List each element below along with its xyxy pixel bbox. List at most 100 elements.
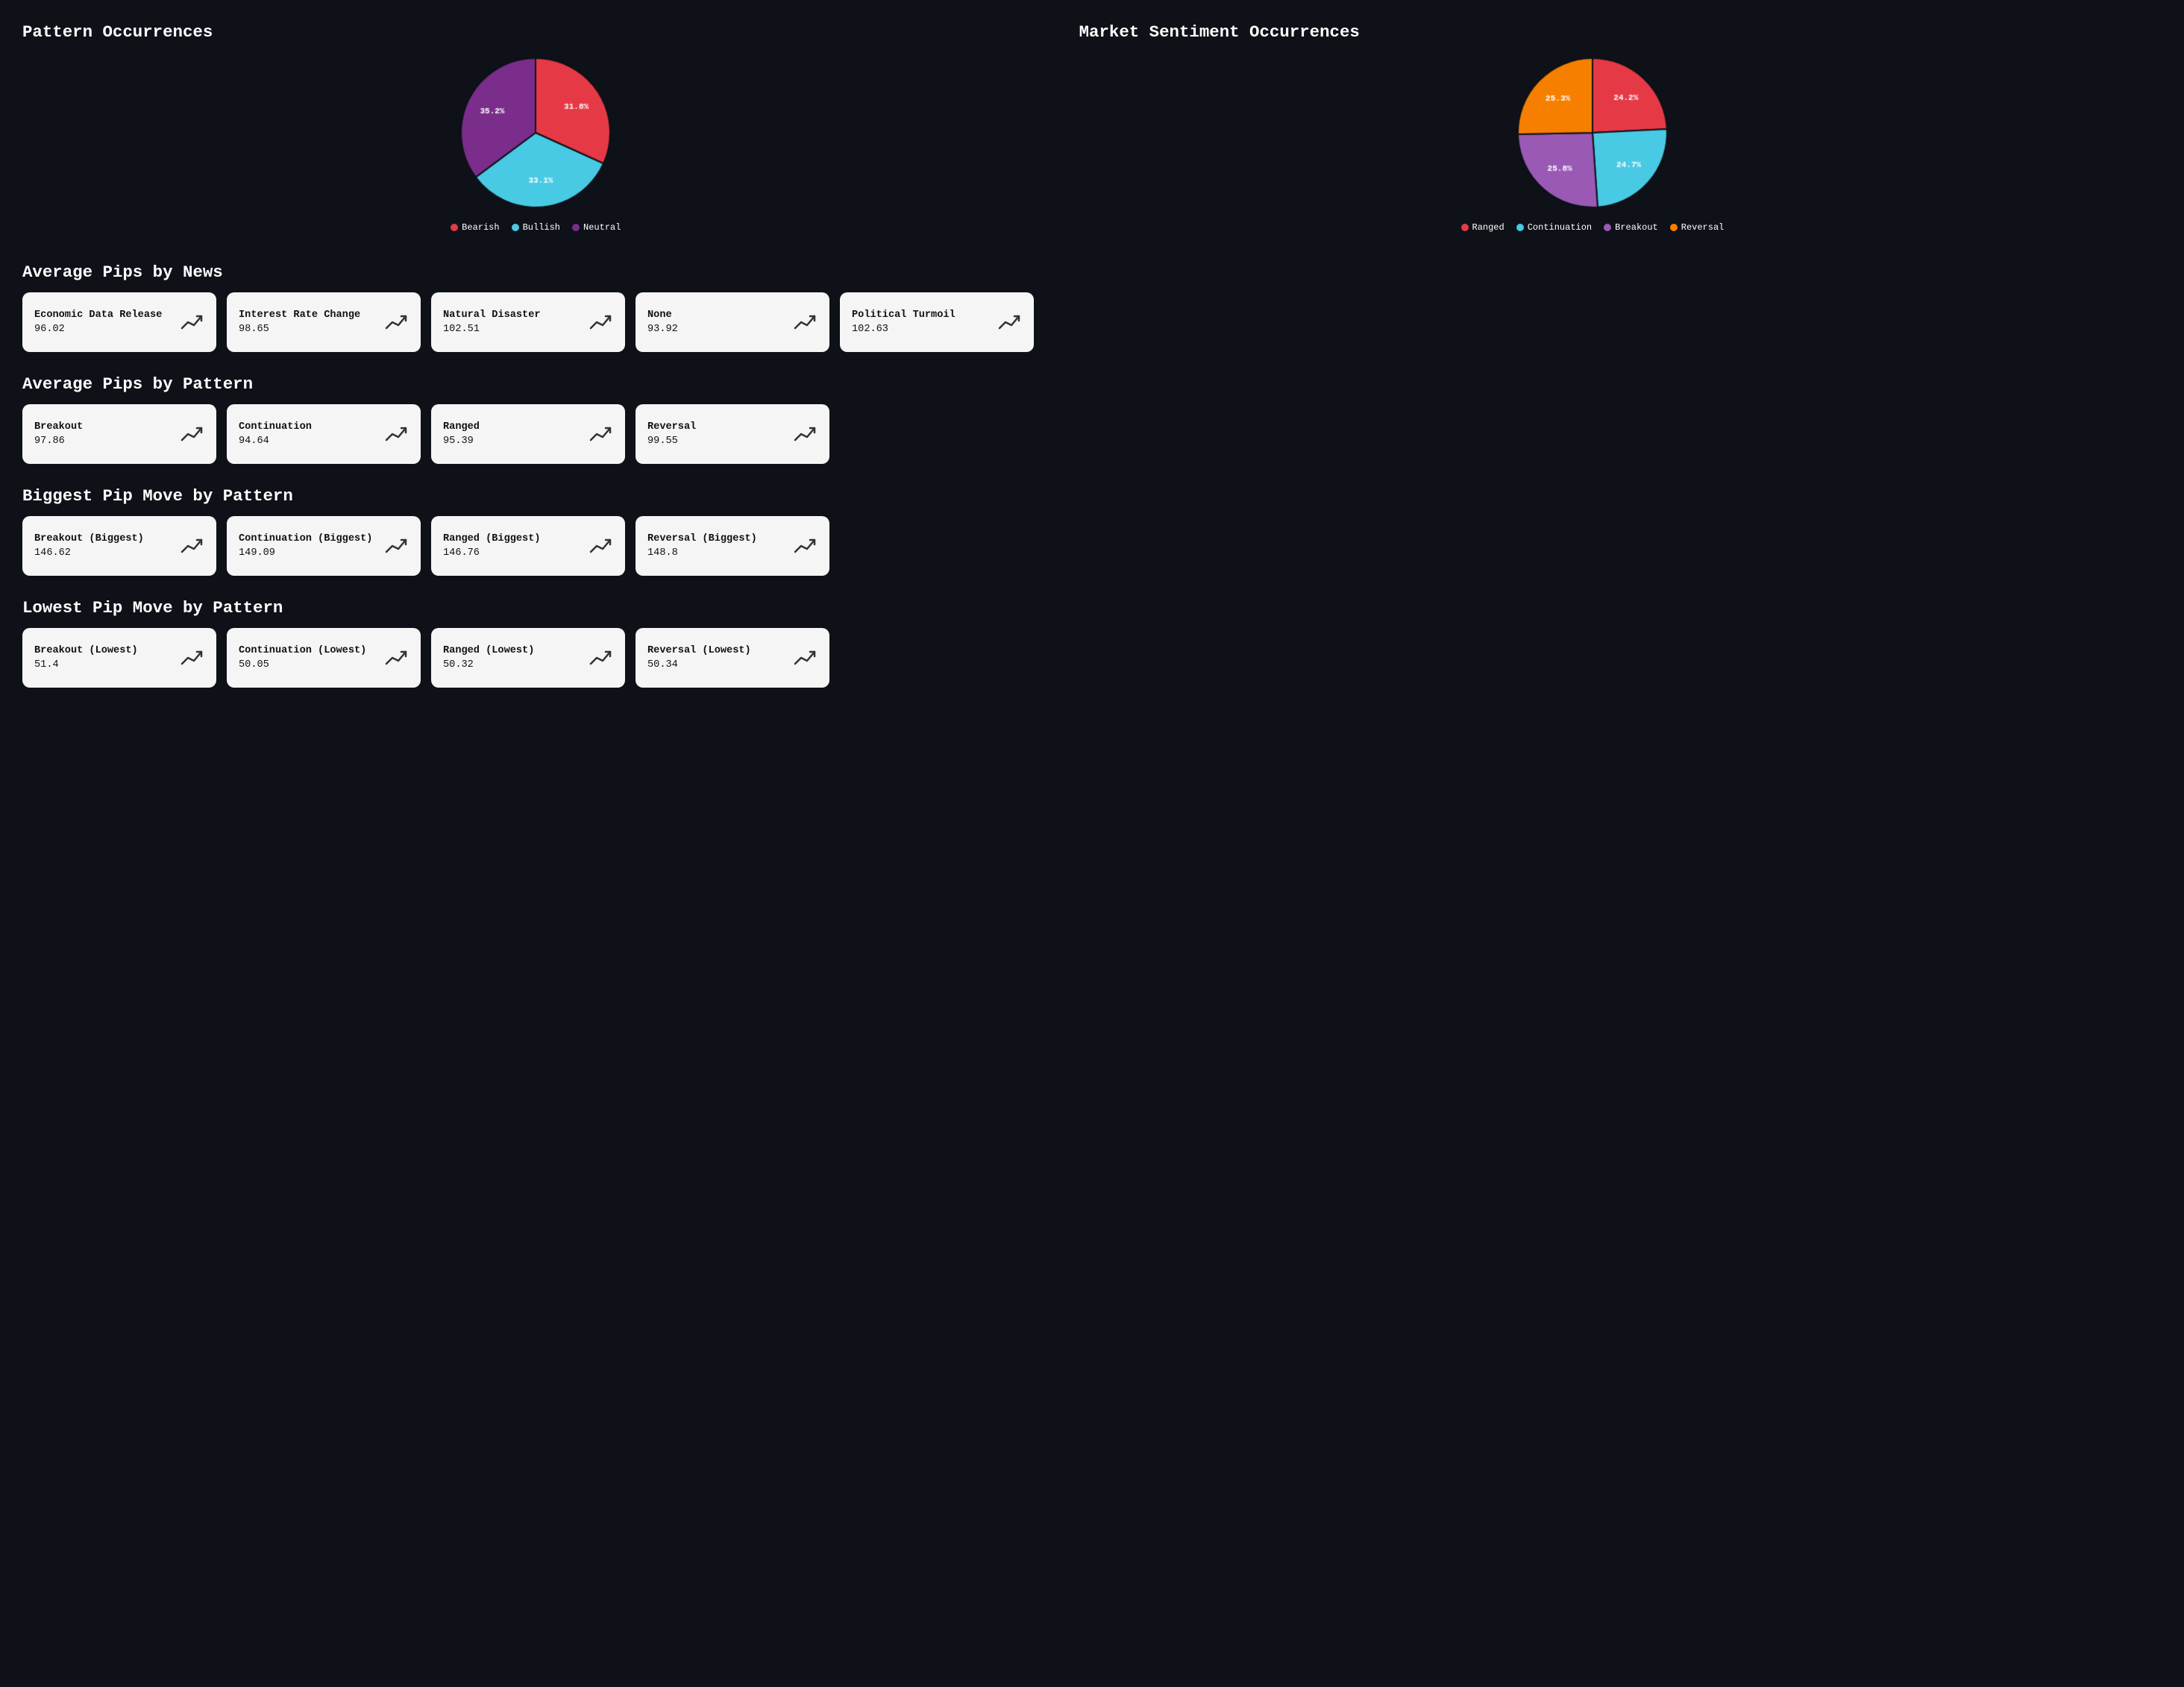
pattern-chart-title: Pattern Occurrences xyxy=(22,22,1049,42)
sentiment-pie-chart xyxy=(1510,51,1675,215)
card-text: Continuation (Lowest) 50.05 xyxy=(239,645,366,670)
stat-card[interactable]: Natural Disaster 102.51 xyxy=(431,292,625,352)
card-value: 102.51 xyxy=(443,324,541,335)
pattern-chart-container: Pattern Occurrences Bearish Bullish Neutra… xyxy=(22,22,1049,233)
card-label: Continuation (Lowest) xyxy=(239,645,366,656)
legend-label: Bullish xyxy=(523,222,560,233)
avg-pips-news-section: Average Pips by News Economic Data Relea… xyxy=(22,263,2162,352)
stat-card[interactable]: Breakout (Biggest) 146.62 xyxy=(22,516,216,576)
biggest-pip-title: Biggest Pip Move by Pattern xyxy=(22,486,2162,506)
card-label: Ranged xyxy=(443,421,480,433)
trend-icon xyxy=(181,534,204,558)
stat-card[interactable]: Reversal (Lowest) 50.34 xyxy=(636,628,829,688)
stat-card[interactable]: Reversal 99.55 xyxy=(636,404,829,464)
trend-icon xyxy=(589,534,613,558)
trend-icon xyxy=(794,310,818,334)
card-label: Continuation xyxy=(239,421,312,433)
card-value: 95.39 xyxy=(443,436,480,447)
trend-icon xyxy=(998,310,1022,334)
card-text: Ranged 95.39 xyxy=(443,421,480,447)
legend-dot xyxy=(451,224,458,231)
stat-card[interactable]: Breakout 97.86 xyxy=(22,404,216,464)
avg-pips-news-title: Average Pips by News xyxy=(22,263,2162,282)
card-label: Ranged (Lowest) xyxy=(443,645,534,656)
card-label: None xyxy=(647,310,678,321)
stat-card[interactable]: Continuation 94.64 xyxy=(227,404,421,464)
trend-icon xyxy=(794,534,818,558)
card-text: Reversal 99.55 xyxy=(647,421,696,447)
legend-item: Bullish xyxy=(512,222,560,233)
card-value: 93.92 xyxy=(647,324,678,335)
legend-item: Neutral xyxy=(572,222,621,233)
card-text: None 93.92 xyxy=(647,310,678,335)
avg-pips-pattern-section: Average Pips by Pattern Breakout 97.86 C… xyxy=(22,374,2162,464)
trend-icon xyxy=(589,646,613,670)
stat-card[interactable]: Continuation (Biggest) 149.09 xyxy=(227,516,421,576)
card-text: Continuation (Biggest) 149.09 xyxy=(239,533,372,559)
stat-card[interactable]: Reversal (Biggest) 148.8 xyxy=(636,516,829,576)
card-text: Reversal (Biggest) 148.8 xyxy=(647,533,757,559)
card-label: Reversal (Lowest) xyxy=(647,645,751,656)
trend-icon xyxy=(385,646,409,670)
trend-icon xyxy=(181,646,204,670)
pattern-pie-chart xyxy=(454,51,618,215)
card-text: Economic Data Release 96.02 xyxy=(34,310,162,335)
trend-icon xyxy=(385,422,409,446)
card-value: 94.64 xyxy=(239,436,312,447)
card-text: Breakout (Biggest) 146.62 xyxy=(34,533,144,559)
legend-item: Bearish xyxy=(451,222,499,233)
trend-icon xyxy=(794,422,818,446)
card-label: Reversal xyxy=(647,421,696,433)
legend-label: Breakout xyxy=(1615,222,1658,233)
stat-card[interactable]: Economic Data Release 96.02 xyxy=(22,292,216,352)
card-text: Ranged (Biggest) 146.76 xyxy=(443,533,541,559)
trend-icon xyxy=(589,422,613,446)
card-label: Breakout xyxy=(34,421,83,433)
card-label: Natural Disaster xyxy=(443,310,541,321)
card-label: Political Turmoil xyxy=(852,310,956,321)
stat-card[interactable]: Ranged (Lowest) 50.32 xyxy=(431,628,625,688)
biggest-pip-cards: Breakout (Biggest) 146.62 Continuation (… xyxy=(22,516,2162,576)
card-label: Continuation (Biggest) xyxy=(239,533,372,544)
trend-icon xyxy=(181,422,204,446)
legend-label: Continuation xyxy=(1528,222,1592,233)
stat-card[interactable]: Breakout (Lowest) 51.4 xyxy=(22,628,216,688)
legend-label: Bearish xyxy=(462,222,499,233)
card-label: Breakout (Lowest) xyxy=(34,645,138,656)
card-value: 51.4 xyxy=(34,659,138,670)
pattern-pie-wrapper: Bearish Bullish Neutral xyxy=(22,51,1049,233)
card-label: Breakout (Biggest) xyxy=(34,533,144,544)
card-value: 146.76 xyxy=(443,547,541,559)
trend-icon xyxy=(181,310,204,334)
legend-label: Reversal xyxy=(1681,222,1725,233)
card-value: 97.86 xyxy=(34,436,83,447)
card-text: Breakout 97.86 xyxy=(34,421,83,447)
card-value: 102.63 xyxy=(852,324,956,335)
stat-card[interactable]: Ranged (Biggest) 146.76 xyxy=(431,516,625,576)
avg-pips-pattern-title: Average Pips by Pattern xyxy=(22,374,2162,394)
card-value: 149.09 xyxy=(239,547,372,559)
stat-card[interactable]: Ranged 95.39 xyxy=(431,404,625,464)
sentiment-chart-title: Market Sentiment Occurrences xyxy=(1079,22,2106,42)
trend-icon xyxy=(385,534,409,558)
card-value: 99.55 xyxy=(647,436,696,447)
charts-row: Pattern Occurrences Bearish Bullish Neutra… xyxy=(22,22,2162,233)
card-label: Ranged (Biggest) xyxy=(443,533,541,544)
stat-card[interactable]: Political Turmoil 102.63 xyxy=(840,292,1034,352)
card-value: 148.8 xyxy=(647,547,757,559)
legend-item: Ranged xyxy=(1461,222,1504,233)
stat-card[interactable]: Interest Rate Change 98.65 xyxy=(227,292,421,352)
sentiment-legend: Ranged Continuation Breakout Reversal xyxy=(1461,222,1725,233)
sentiment-chart-container: Market Sentiment Occurrences Ranged Conti… xyxy=(1079,22,2106,233)
trend-icon xyxy=(385,310,409,334)
legend-label: Ranged xyxy=(1472,222,1504,233)
pattern-legend: Bearish Bullish Neutral xyxy=(451,222,621,233)
trend-icon xyxy=(794,646,818,670)
stat-card[interactable]: None 93.92 xyxy=(636,292,829,352)
legend-item: Reversal xyxy=(1670,222,1725,233)
legend-dot xyxy=(1604,224,1611,231)
card-text: Political Turmoil 102.63 xyxy=(852,310,956,335)
lowest-pip-cards: Breakout (Lowest) 51.4 Continuation (Low… xyxy=(22,628,2162,688)
card-value: 50.34 xyxy=(647,659,751,670)
stat-card[interactable]: Continuation (Lowest) 50.05 xyxy=(227,628,421,688)
